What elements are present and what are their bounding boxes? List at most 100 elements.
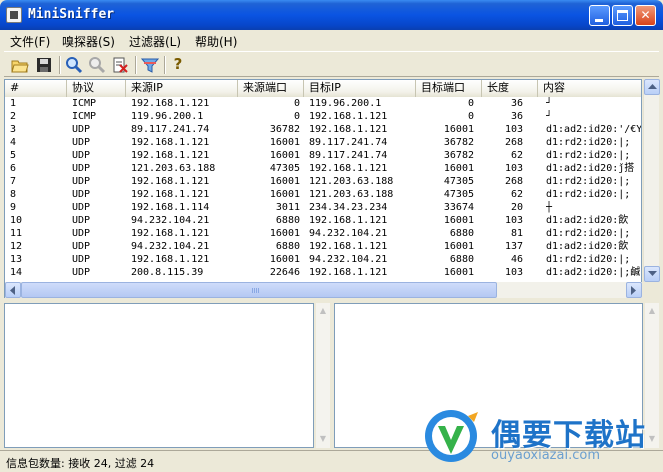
cell-length: 46: [510, 254, 523, 265]
column-header-protocol[interactable]: 协议: [67, 80, 126, 97]
scroll-down-icon[interactable]: ▼: [647, 434, 657, 444]
cell-source-ip: 121.203.63.188: [131, 163, 216, 174]
table-row[interactable]: 4 UDP 192.168.1.121 16001 89.117.241.74 36782…: [5, 136, 641, 149]
cell-protocol: UDP: [72, 254, 91, 265]
cell-source-ip: 192.168.1.121: [131, 150, 210, 161]
cell-dest-port: 36782: [443, 137, 474, 148]
cell-index: 3: [10, 124, 17, 135]
filter-icon: [140, 58, 160, 73]
save-icon: [37, 58, 51, 72]
cell-content: ┘: [546, 98, 553, 109]
cell-source-ip: 192.168.1.121: [131, 98, 210, 109]
close-button[interactable]: ✕: [635, 5, 656, 26]
packet-count-status: 信息包数量: 接收 24, 过滤 24: [6, 457, 155, 470]
cell-dest-ip: 192.168.1.121: [309, 241, 388, 252]
cell-content: d1:rd2:id20:|;: [546, 254, 631, 265]
cell-source-ip: 192.168.1.121: [131, 189, 210, 200]
cell-content: d1:rd2:id20:|;: [546, 189, 631, 200]
save-button[interactable]: [34, 55, 54, 75]
cell-dest-port: 47305: [443, 176, 474, 187]
cell-index: 7: [10, 176, 17, 187]
title-bar[interactable]: MiniSniffer ✕: [0, 0, 663, 30]
packet-hex-pane[interactable]: [4, 303, 314, 448]
cell-dest-ip: 234.34.23.234: [309, 202, 388, 213]
maximize-button[interactable]: [612, 5, 633, 26]
clear-icon: [113, 57, 128, 73]
cell-index: 11: [10, 228, 23, 239]
table-row[interactable]: 13 UDP 192.168.1.121 16001 94.232.104.21 6880…: [5, 253, 641, 266]
start-button[interactable]: [64, 55, 84, 75]
table-row[interactable]: 11 UDP 192.168.1.121 16001 94.232.104.21 6880…: [5, 227, 641, 240]
column-header-source-port[interactable]: 来源端口: [238, 80, 304, 97]
column-header-source-ip[interactable]: 来源IP: [126, 80, 238, 97]
scroll-up-icon[interactable]: ▲: [318, 306, 328, 316]
table-row[interactable]: 9 UDP 192.168.1.114 3011 234.34.23.234 33674 2…: [5, 201, 641, 214]
table-row[interactable]: 1 ICMP 192.168.1.121 0 119.96.200.1 0 36 ┘: [5, 97, 641, 110]
cell-source-port: 22646: [269, 267, 300, 278]
watermark-url: ouyaoxiazai.com: [491, 448, 600, 463]
stop-sniff-icon: [89, 57, 106, 74]
cell-dest-ip: 192.168.1.121: [309, 215, 388, 226]
cell-dest-ip: 119.96.200.1: [309, 98, 382, 109]
cell-content: d1:rd2:id20:|;: [546, 228, 631, 239]
menu-filter[interactable]: 过滤器(L): [129, 33, 181, 50]
left-pane-scrollbar[interactable]: ▲ ▼: [316, 303, 330, 448]
cell-source-ip: 192.168.1.121: [131, 137, 210, 148]
table-row[interactable]: 2 ICMP 119.96.200.1 0 192.168.1.121 0 36 ┘: [5, 110, 641, 123]
cell-length: 103: [504, 124, 523, 135]
help-button[interactable]: ?: [168, 55, 188, 75]
cell-source-ip: 192.168.1.121: [131, 228, 210, 239]
horizontal-scroll-thumb[interactable]: [21, 282, 497, 298]
column-header-length[interactable]: 长度: [482, 80, 538, 97]
cell-dest-port: 16001: [443, 124, 474, 135]
column-header-content[interactable]: 内容: [538, 80, 641, 97]
scroll-up-button[interactable]: [644, 79, 660, 95]
cell-length: 20: [510, 202, 523, 213]
column-header-dest-ip[interactable]: 目标IP: [304, 80, 416, 97]
cell-length: 103: [504, 267, 523, 278]
open-button[interactable]: [10, 55, 30, 75]
table-row[interactable]: 8 UDP 192.168.1.121 16001 121.203.63.188 4730…: [5, 188, 641, 201]
scroll-right-button[interactable]: [626, 282, 642, 298]
packet-list[interactable]: # 协议 来源IP 来源端口 目标IP 目标端口 长度 内容 1 ICMP 192.…: [4, 79, 642, 298]
stop-button[interactable]: [87, 55, 107, 75]
clear-button[interactable]: [110, 55, 130, 75]
table-row[interactable]: 12 UDP 94.232.104.21 6880 192.168.1.121 16001…: [5, 240, 641, 253]
table-row[interactable]: 10 UDP 94.232.104.21 6880 192.168.1.121 16001…: [5, 214, 641, 227]
minimize-button[interactable]: [589, 5, 610, 26]
menu-sniffer[interactable]: 嗅探器(S): [62, 33, 115, 50]
cell-protocol: UDP: [72, 241, 91, 252]
list-vertical-scrollbar[interactable]: [643, 79, 660, 298]
cell-source-port: 36782: [269, 124, 300, 135]
cell-source-port: 6880: [275, 215, 300, 226]
column-header-index[interactable]: #: [5, 80, 67, 97]
menu-file[interactable]: 文件(F): [10, 33, 50, 50]
scroll-up-icon[interactable]: ▲: [647, 306, 657, 316]
window-title: MiniSniffer: [28, 7, 115, 22]
column-header-dest-port[interactable]: 目标端口: [416, 80, 482, 97]
cell-source-port: 0: [293, 111, 300, 122]
table-row[interactable]: 3 UDP 89.117.241.74 36782 192.168.1.121 16001…: [5, 123, 641, 136]
cell-protocol: UDP: [72, 137, 91, 148]
table-row[interactable]: 6 UDP 121.203.63.188 47305 192.168.1.121 1600…: [5, 162, 641, 175]
table-row[interactable]: 5 UDP 192.168.1.121 16001 89.117.241.74 36782…: [5, 149, 641, 162]
menu-bar: 文件(F) 嗅探器(S) 过滤器(L) 帮助(H): [4, 30, 659, 50]
scroll-down-button[interactable]: [644, 266, 660, 282]
cell-dest-ip: 89.117.241.74: [309, 137, 388, 148]
scroll-down-icon[interactable]: ▼: [318, 434, 328, 444]
menu-help[interactable]: 帮助(H): [195, 33, 237, 50]
cell-protocol: UDP: [72, 163, 91, 174]
table-row[interactable]: 7 UDP 192.168.1.121 16001 121.203.63.188 4730…: [5, 175, 641, 188]
cell-dest-port: 47305: [443, 189, 474, 200]
table-row[interactable]: 14 UDP 200.8.115.39 22646 192.168.1.121 16001…: [5, 266, 641, 279]
scroll-left-button[interactable]: [5, 282, 21, 298]
toolbar: ?: [4, 51, 659, 77]
cell-index: 9: [10, 202, 17, 213]
column-headers: # 协议 来源IP 来源端口 目标IP 目标端口 长度 内容: [5, 80, 641, 97]
right-pane-scrollbar[interactable]: ▲ ▼: [645, 303, 659, 448]
cell-dest-port: 33674: [443, 202, 474, 213]
filter-button[interactable]: [140, 55, 160, 75]
list-horizontal-scrollbar[interactable]: [5, 282, 642, 298]
cell-protocol: UDP: [72, 215, 91, 226]
cell-index: 2: [10, 111, 17, 122]
